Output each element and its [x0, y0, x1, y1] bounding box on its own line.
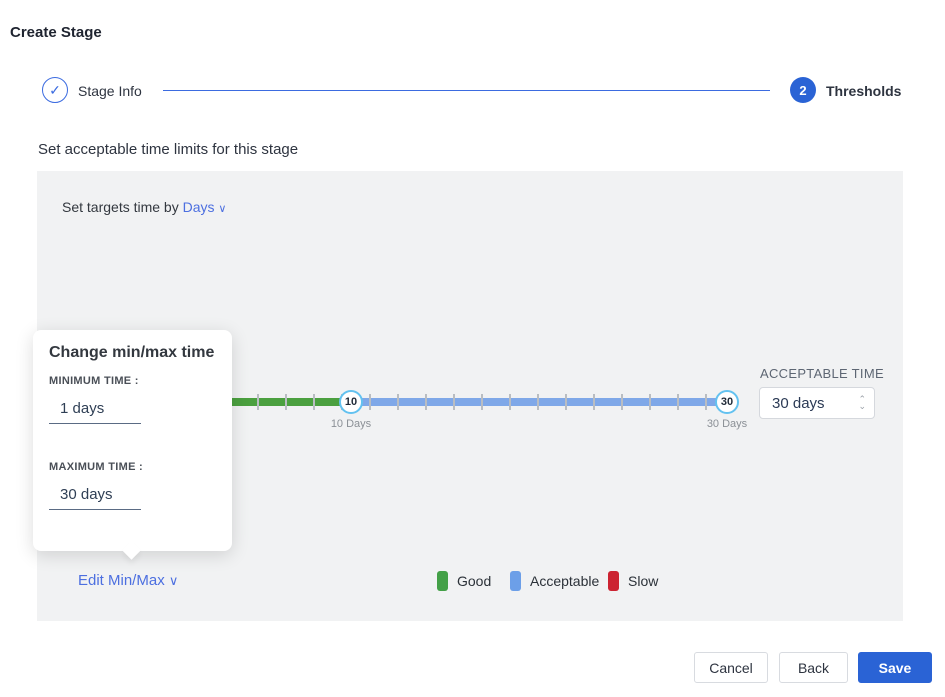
step2-label: Thresholds: [826, 83, 901, 99]
step2-number: 2: [799, 83, 806, 98]
cancel-button[interactable]: Cancel: [694, 652, 768, 683]
set-targets-label: Set targets time by: [62, 199, 183, 215]
slider-handle-min[interactable]: 10: [339, 390, 363, 414]
maximum-time-label: MAXIMUM TIME :: [49, 461, 143, 473]
page-title: Create Stage: [10, 24, 102, 41]
edit-minmax-link[interactable]: Edit Min/Max ∨: [78, 572, 178, 589]
good-color-swatch: [437, 571, 448, 591]
time-unit-dropdown[interactable]: Days: [183, 199, 215, 215]
legend-item-good: Good: [437, 571, 491, 591]
slider-min-label: 10 Days: [311, 418, 391, 430]
slider-handle-max[interactable]: 30: [715, 390, 739, 414]
check-icon: ✓: [49, 82, 61, 99]
legend-item-slow: Slow: [608, 571, 658, 591]
save-button[interactable]: Save: [858, 652, 932, 683]
slow-color-swatch: [608, 571, 619, 591]
acceptable-time-label: ACCEPTABLE TIME: [760, 366, 884, 381]
legend-label: Acceptable: [530, 573, 599, 589]
slider-handle-max-value: 30: [721, 396, 733, 408]
set-targets-row: Set targets time by Days ∨: [62, 199, 226, 215]
chevron-down-icon[interactable]: ∨: [218, 203, 226, 215]
legend-item-acceptable: Acceptable: [510, 571, 599, 591]
chevron-down-icon: ∨: [169, 573, 179, 588]
acceptable-color-swatch: [510, 571, 521, 591]
step1-label: Stage Info: [78, 83, 142, 99]
edit-minmax-label: Edit Min/Max: [78, 572, 169, 589]
create-stage-page: Create Stage ✓ Stage Info 2 Thresholds S…: [0, 0, 945, 697]
slider-max-label: 30 Days: [687, 418, 767, 430]
maximum-time-input[interactable]: [49, 486, 141, 510]
slider-handle-min-value: 10: [345, 396, 357, 408]
back-button[interactable]: Back: [779, 652, 848, 683]
minimum-time-input[interactable]: [49, 400, 141, 424]
legend-label: Slow: [628, 573, 658, 589]
stepper-connector-line: [163, 90, 770, 91]
acceptable-time-input[interactable]: 30 days ⌃ ⌄: [759, 387, 875, 419]
step2-circle[interactable]: 2: [790, 77, 816, 103]
popup-title: Change min/max time: [49, 344, 214, 362]
change-minmax-popup: Change min/max time MINIMUM TIME : MAXIM…: [33, 330, 232, 551]
section-heading: Set acceptable time limits for this stag…: [38, 141, 298, 158]
minimum-time-label: MINIMUM TIME :: [49, 375, 139, 387]
spinner-down-icon[interactable]: ⌄: [858, 403, 866, 410]
step1-complete-circle[interactable]: ✓: [42, 77, 68, 103]
legend-label: Good: [457, 573, 491, 589]
acceptable-time-value[interactable]: 30 days: [760, 395, 858, 412]
acceptable-time-spinner[interactable]: ⌃ ⌄: [858, 396, 874, 410]
